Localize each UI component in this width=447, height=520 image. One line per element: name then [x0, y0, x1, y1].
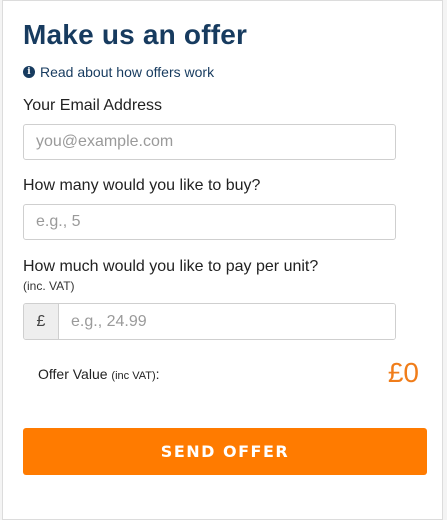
- offer-value-label-text: Offer Value: [38, 366, 108, 382]
- offer-value-vat-note: (inc VAT): [111, 370, 156, 382]
- currency-addon: £: [24, 304, 59, 339]
- offer-value-colon: :: [155, 366, 160, 382]
- info-circle-icon: i: [23, 66, 35, 78]
- offer-value-label: Offer Value (inc VAT):: [38, 366, 160, 382]
- email-label: Your Email Address: [23, 97, 163, 114]
- offer-value-amount: £0: [387, 357, 419, 388]
- offers-info-link[interactable]: i Read about how offers work: [23, 64, 214, 80]
- quantity-field[interactable]: [23, 204, 396, 240]
- form-title: Make us an offer: [23, 19, 248, 50]
- offer-form-card: Make us an offer i Read about how offers…: [2, 0, 443, 520]
- price-label: How much would you like to pay per unit?: [23, 258, 319, 275]
- email-field[interactable]: [23, 124, 396, 160]
- offers-info-link-text: Read about how offers work: [40, 64, 215, 80]
- send-offer-button[interactable]: SEND OFFER: [23, 428, 427, 475]
- price-field[interactable]: [59, 304, 395, 339]
- quantity-label: How many would you like to buy?: [23, 177, 261, 194]
- price-input-group: £: [23, 303, 396, 340]
- price-vat-note: (inc. VAT): [23, 279, 75, 293]
